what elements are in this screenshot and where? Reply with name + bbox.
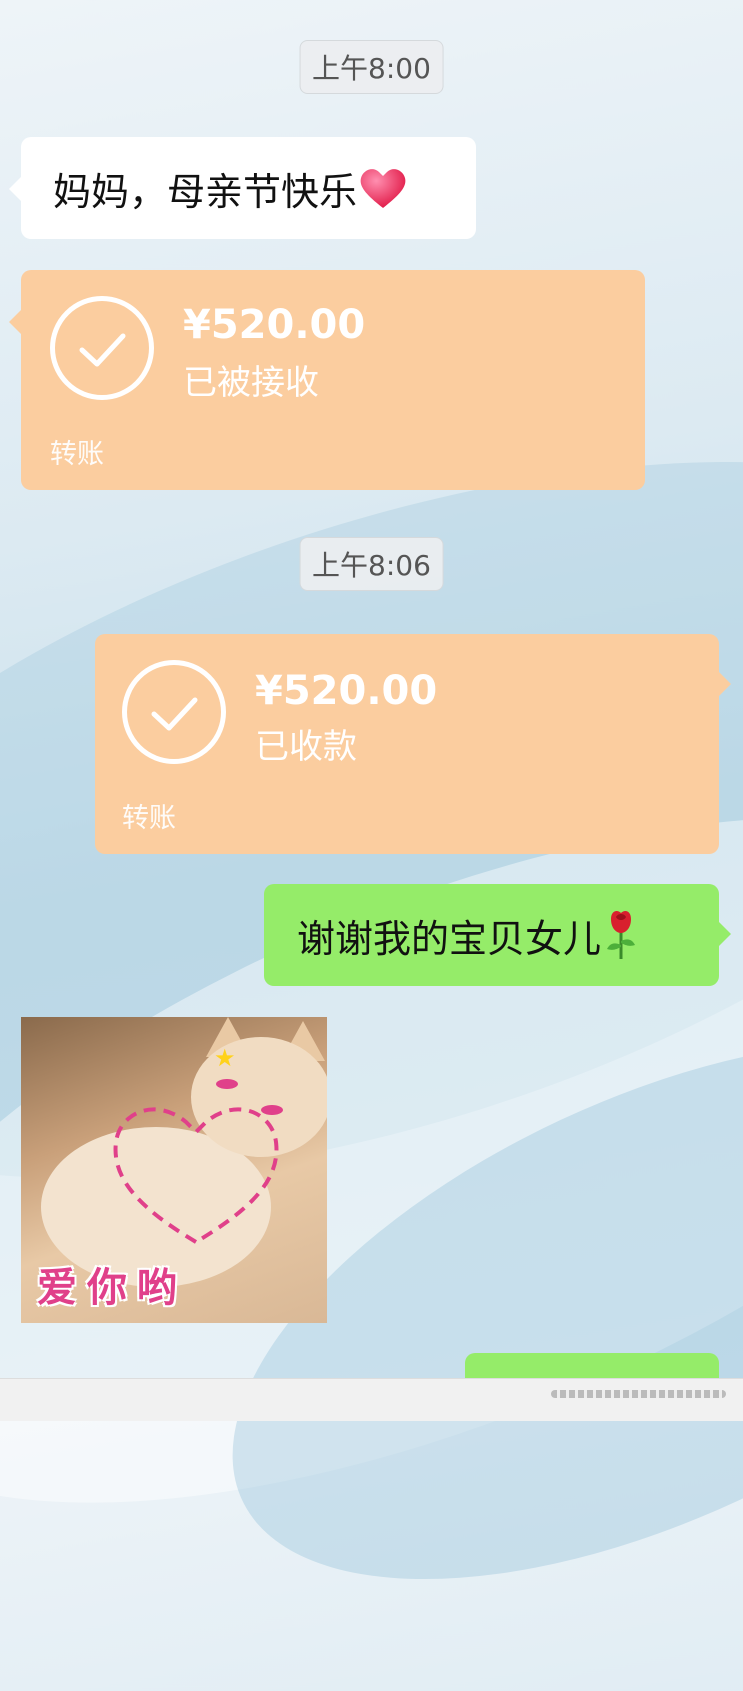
transfer-amount: ¥520.00	[255, 668, 438, 714]
blush-mark	[216, 1079, 238, 1089]
received-message-bubble[interactable]: 妈妈，母亲节快乐	[9, 137, 476, 239]
dashed-heart-icon	[113, 1107, 279, 1245]
check-circle-icon	[122, 660, 226, 764]
scroll-indicator	[551, 1390, 726, 1398]
transfer-amount: ¥520.00	[183, 302, 366, 348]
sticker-caption: 爱你哟	[37, 1265, 187, 1311]
heart-emoji-icon	[360, 169, 406, 208]
check-circle-icon	[50, 296, 154, 400]
sent-message-bubble[interactable]: 谢谢我的宝贝女儿	[264, 884, 731, 986]
transfer-status: 已收款	[255, 727, 357, 767]
transfer-label: 转账	[50, 439, 104, 470]
cat-sticker-image[interactable]: ★ 爱你哟	[21, 1017, 327, 1323]
bottom-bar	[0, 1378, 743, 1421]
transfer-label: 转账	[122, 803, 176, 834]
star-icon: ★	[214, 1044, 236, 1072]
rose-emoji-icon	[607, 911, 636, 959]
message-text: 谢谢我的宝贝女儿	[297, 916, 602, 961]
transfer-card-sent[interactable]: ¥520.00 已收款 转账	[95, 634, 731, 854]
timestamp: 上午8:06	[299, 537, 444, 591]
message-text: 妈妈，母亲节快乐	[53, 169, 358, 214]
transfer-status: 已被接收	[183, 363, 319, 403]
timestamp: 上午8:00	[299, 40, 444, 94]
transfer-card-received[interactable]: ¥520.00 已被接收 转账	[9, 270, 645, 490]
